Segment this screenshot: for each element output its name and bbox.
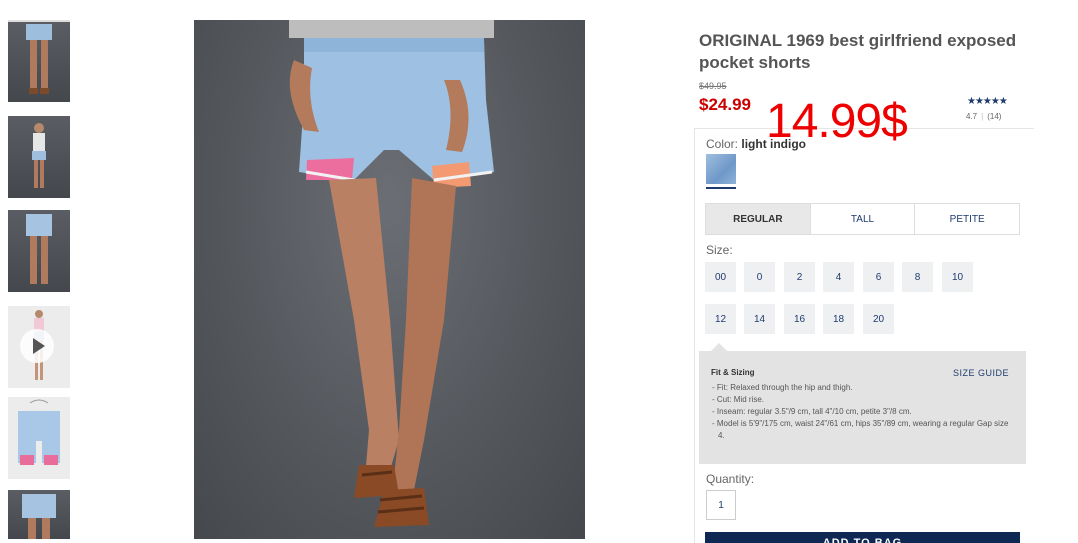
main-product-image xyxy=(194,20,585,539)
product-info: ORIGINAL 1969 best girlfriend exposed po… xyxy=(699,30,1029,74)
thumbnail-back-view-image xyxy=(26,214,52,284)
swatch-selected-indicator xyxy=(706,187,736,189)
thumbnail-video[interactable] xyxy=(8,306,70,388)
size-label: Size: xyxy=(706,243,733,257)
tab-petite[interactable]: PETITE xyxy=(915,204,1019,234)
size-button-20[interactable]: 20 xyxy=(863,304,894,334)
play-icon[interactable] xyxy=(20,329,54,363)
color-swatch-light-indigo[interactable] xyxy=(706,154,736,184)
thumbnail-detail-image xyxy=(22,494,56,539)
tab-tall[interactable]: TALL xyxy=(811,204,916,234)
fit-sizing-title: Fit & Sizing xyxy=(711,368,755,377)
rating-value: 4.7 xyxy=(966,112,978,121)
size-button-12[interactable]: 12 xyxy=(705,304,736,334)
add-to-bag-button[interactable]: ADD TO BAG xyxy=(705,532,1020,543)
size-button-16[interactable]: 16 xyxy=(784,304,815,334)
product-photo-illustration xyxy=(289,20,494,527)
size-button-18[interactable]: 18 xyxy=(823,304,854,334)
thumbnail-flat-lay[interactable] xyxy=(8,397,70,479)
rating-summary[interactable]: 4.7 | (14) xyxy=(966,112,1001,121)
size-button-4[interactable]: 4 xyxy=(823,262,854,292)
sale-price: $24.99 xyxy=(699,95,751,114)
thumbnail-back-view[interactable] xyxy=(8,210,70,292)
quantity-input[interactable]: 1 xyxy=(706,490,736,520)
overlay-price-annotation: 14.99$ xyxy=(766,95,908,148)
size-button-10[interactable]: 10 xyxy=(942,262,973,292)
tab-regular[interactable]: REGULAR xyxy=(706,204,811,234)
thumbnail-full-body[interactable] xyxy=(8,116,70,198)
fit-and-sizing-box: Fit & Sizing SIZE GUIDE - Fit: Relaxed t… xyxy=(699,343,1026,464)
size-button-6[interactable]: 6 xyxy=(863,262,894,292)
original-price: $49.95 xyxy=(699,81,727,91)
size-guide-link[interactable]: SIZE GUIDE xyxy=(953,368,1009,378)
thumbnail-flat-lay-image xyxy=(18,399,60,465)
thumbnail-front-closeup[interactable] xyxy=(8,20,70,102)
thumbnail-detail[interactable] xyxy=(8,490,70,539)
fit-detail-line: - Fit: Relaxed through the hip and thigh… xyxy=(712,383,853,392)
rating-separator: | xyxy=(981,112,984,121)
product-title: ORIGINAL 1969 best girlfriend exposed po… xyxy=(699,31,1017,72)
fit-details: - Fit: Relaxed through the hip and thigh… xyxy=(712,382,1012,442)
fit-detail-line: - Cut: Mid rise. xyxy=(712,395,765,404)
size-button-14[interactable]: 14 xyxy=(744,304,775,334)
thumbnail-front-closeup-image xyxy=(26,24,52,94)
star-rating-icon[interactable]: ★★★★★ xyxy=(967,96,1008,107)
fit-detail-line: - Model is 5'9"/175 cm, waist 24"/61 cm,… xyxy=(712,419,1009,440)
size-button-8[interactable]: 8 xyxy=(902,262,933,292)
thumbnail-full-body-image xyxy=(32,123,46,188)
fit-tabs: REGULAR TALL PETITE xyxy=(705,203,1020,235)
quantity-label: Quantity: xyxy=(706,472,755,486)
size-button-00[interactable]: 00 xyxy=(705,262,736,292)
size-button-2[interactable]: 2 xyxy=(784,262,815,292)
review-count: (14) xyxy=(987,112,1002,121)
size-button-0[interactable]: 0 xyxy=(744,262,775,292)
color-label-prefix: Color: xyxy=(706,137,739,151)
fit-detail-line: - Inseam: regular 3.5"/9 cm, tall 4"/10 … xyxy=(712,407,912,416)
